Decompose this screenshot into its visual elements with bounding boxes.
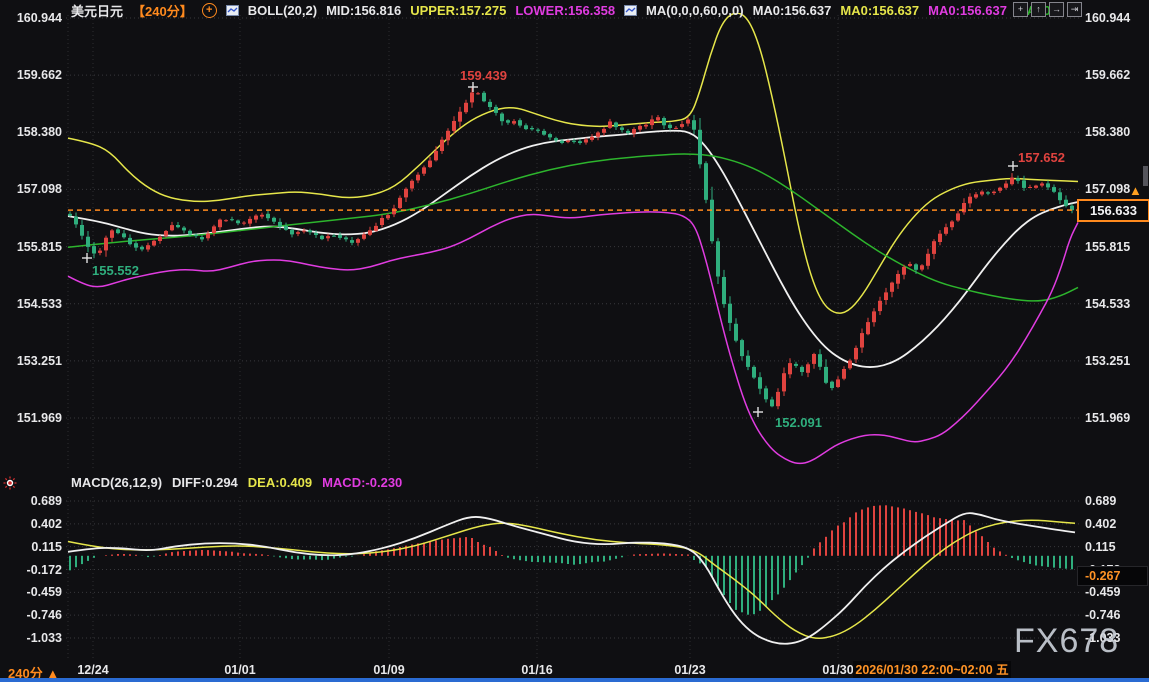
zoom-vertical-icon[interactable]: ↑ (1031, 2, 1046, 17)
price-axis-label: 157.098 (1085, 182, 1130, 196)
price-axis-label: 151.969 (1085, 411, 1130, 425)
pan-icon[interactable]: + (1013, 2, 1028, 17)
price-annotation: 157.652 (1018, 150, 1065, 165)
boll-lower-value: LOWER:156.358 (515, 3, 615, 18)
price-axis-label: 159.662 (1085, 68, 1130, 82)
macd-axis-label: 0.689 (1085, 494, 1116, 508)
ma0-magenta-value: MA0:156.637 (928, 3, 1007, 18)
x-axis-label: 01/01 (210, 663, 270, 677)
price-annotation: 155.552 (92, 263, 139, 278)
macd-axis-label: 0.402 (1085, 517, 1116, 531)
macd-axis-label: -0.746 (1085, 608, 1120, 622)
x-axis-label: 01/09 (359, 663, 419, 677)
price-axis-label: 157.098 (0, 182, 62, 196)
price-annotation: 152.091 (775, 415, 822, 430)
macd-axis-label: 0.115 (1085, 540, 1116, 554)
price-axis-label: 160.944 (1085, 11, 1130, 25)
chart-toolbar: +↑→⇥ (1013, 2, 1082, 17)
price-axis-label: 158.380 (1085, 125, 1130, 139)
macd-axis-label: 0.115 (0, 540, 62, 554)
macd-indicator-header: MACD(26,12,9) DIFF:0.294 DEA:0.409 MACD:… (71, 474, 402, 490)
macd-bar-value: MACD:-0.230 (322, 475, 402, 490)
symbol-title: 美元日元 (71, 1, 123, 20)
add-indicator-icon[interactable]: + (202, 3, 217, 18)
macd-axis-label: -0.746 (0, 608, 62, 622)
macd-dea-value: DEA:0.409 (248, 475, 312, 490)
ma0-yellow-value: MA0:156.637 (840, 3, 919, 18)
boll-upper-value: UPPER:157.275 (410, 3, 506, 18)
boll-mid-value: MID:156.816 (326, 3, 401, 18)
macd-diff-value: DIFF:0.294 (172, 475, 238, 490)
x-axis-label: 12/24 (63, 663, 123, 677)
main-indicator-header: 美元日元 【240分】 + BOLL(20,2) MID:156.816 UPP… (71, 2, 1055, 18)
price-axis-label: 159.662 (0, 68, 62, 82)
price-axis-label: 151.969 (0, 411, 62, 425)
price-up-arrow-icon: ▲ (1129, 183, 1142, 198)
watermark: FX678 (1014, 622, 1119, 661)
macd-current-value-box: -0.267 (1077, 566, 1148, 586)
macd-axis-label: -0.459 (0, 585, 62, 599)
macd-axis-label: -1.033 (0, 631, 62, 645)
x-axis-label: 01/16 (507, 663, 567, 677)
price-annotation: 159.439 (460, 68, 507, 83)
price-axis-label: 155.815 (0, 240, 62, 254)
ma0-white-value: MA0:156.637 (753, 3, 832, 18)
candlestick-chart[interactable] (0, 0, 1149, 682)
macd-axis-label: 0.689 (0, 494, 62, 508)
price-axis-label: 153.251 (1085, 354, 1130, 368)
boll-indicator-icon[interactable] (226, 5, 239, 16)
boll-label: BOLL(20,2) (248, 3, 317, 18)
alert-icon[interactable] (3, 476, 17, 495)
shift-right-icon[interactable]: ⇥ (1067, 2, 1082, 17)
axis-scrollbar-thumb[interactable] (1143, 166, 1148, 186)
macd-axis-label: -0.459 (1085, 585, 1120, 599)
macd-axis-label: 0.402 (0, 517, 62, 531)
macd-axis-label: -0.172 (0, 563, 62, 577)
price-axis-label: 158.380 (0, 125, 62, 139)
current-price-box: 156.633 (1077, 199, 1149, 222)
trading-chart-app: 美元日元 【240分】 + BOLL(20,2) MID:156.816 UPP… (0, 0, 1149, 682)
x-axis-label: 01/23 (660, 663, 720, 677)
timeframe-label[interactable]: 【240分】 (132, 1, 193, 20)
ma-label: MA(0,0,0,60,0,0) (646, 3, 744, 18)
price-axis-label: 154.533 (1085, 297, 1130, 311)
ma-indicator-icon[interactable] (624, 5, 637, 16)
price-axis-label: 154.533 (0, 297, 62, 311)
bottom-blue-bar (0, 678, 1149, 682)
price-axis-label: 153.251 (0, 354, 62, 368)
price-axis-label: 160.944 (0, 11, 62, 25)
macd-label: MACD(26,12,9) (71, 475, 162, 490)
zoom-horizontal-icon[interactable]: → (1049, 2, 1064, 17)
price-axis-label: 155.815 (1085, 240, 1130, 254)
